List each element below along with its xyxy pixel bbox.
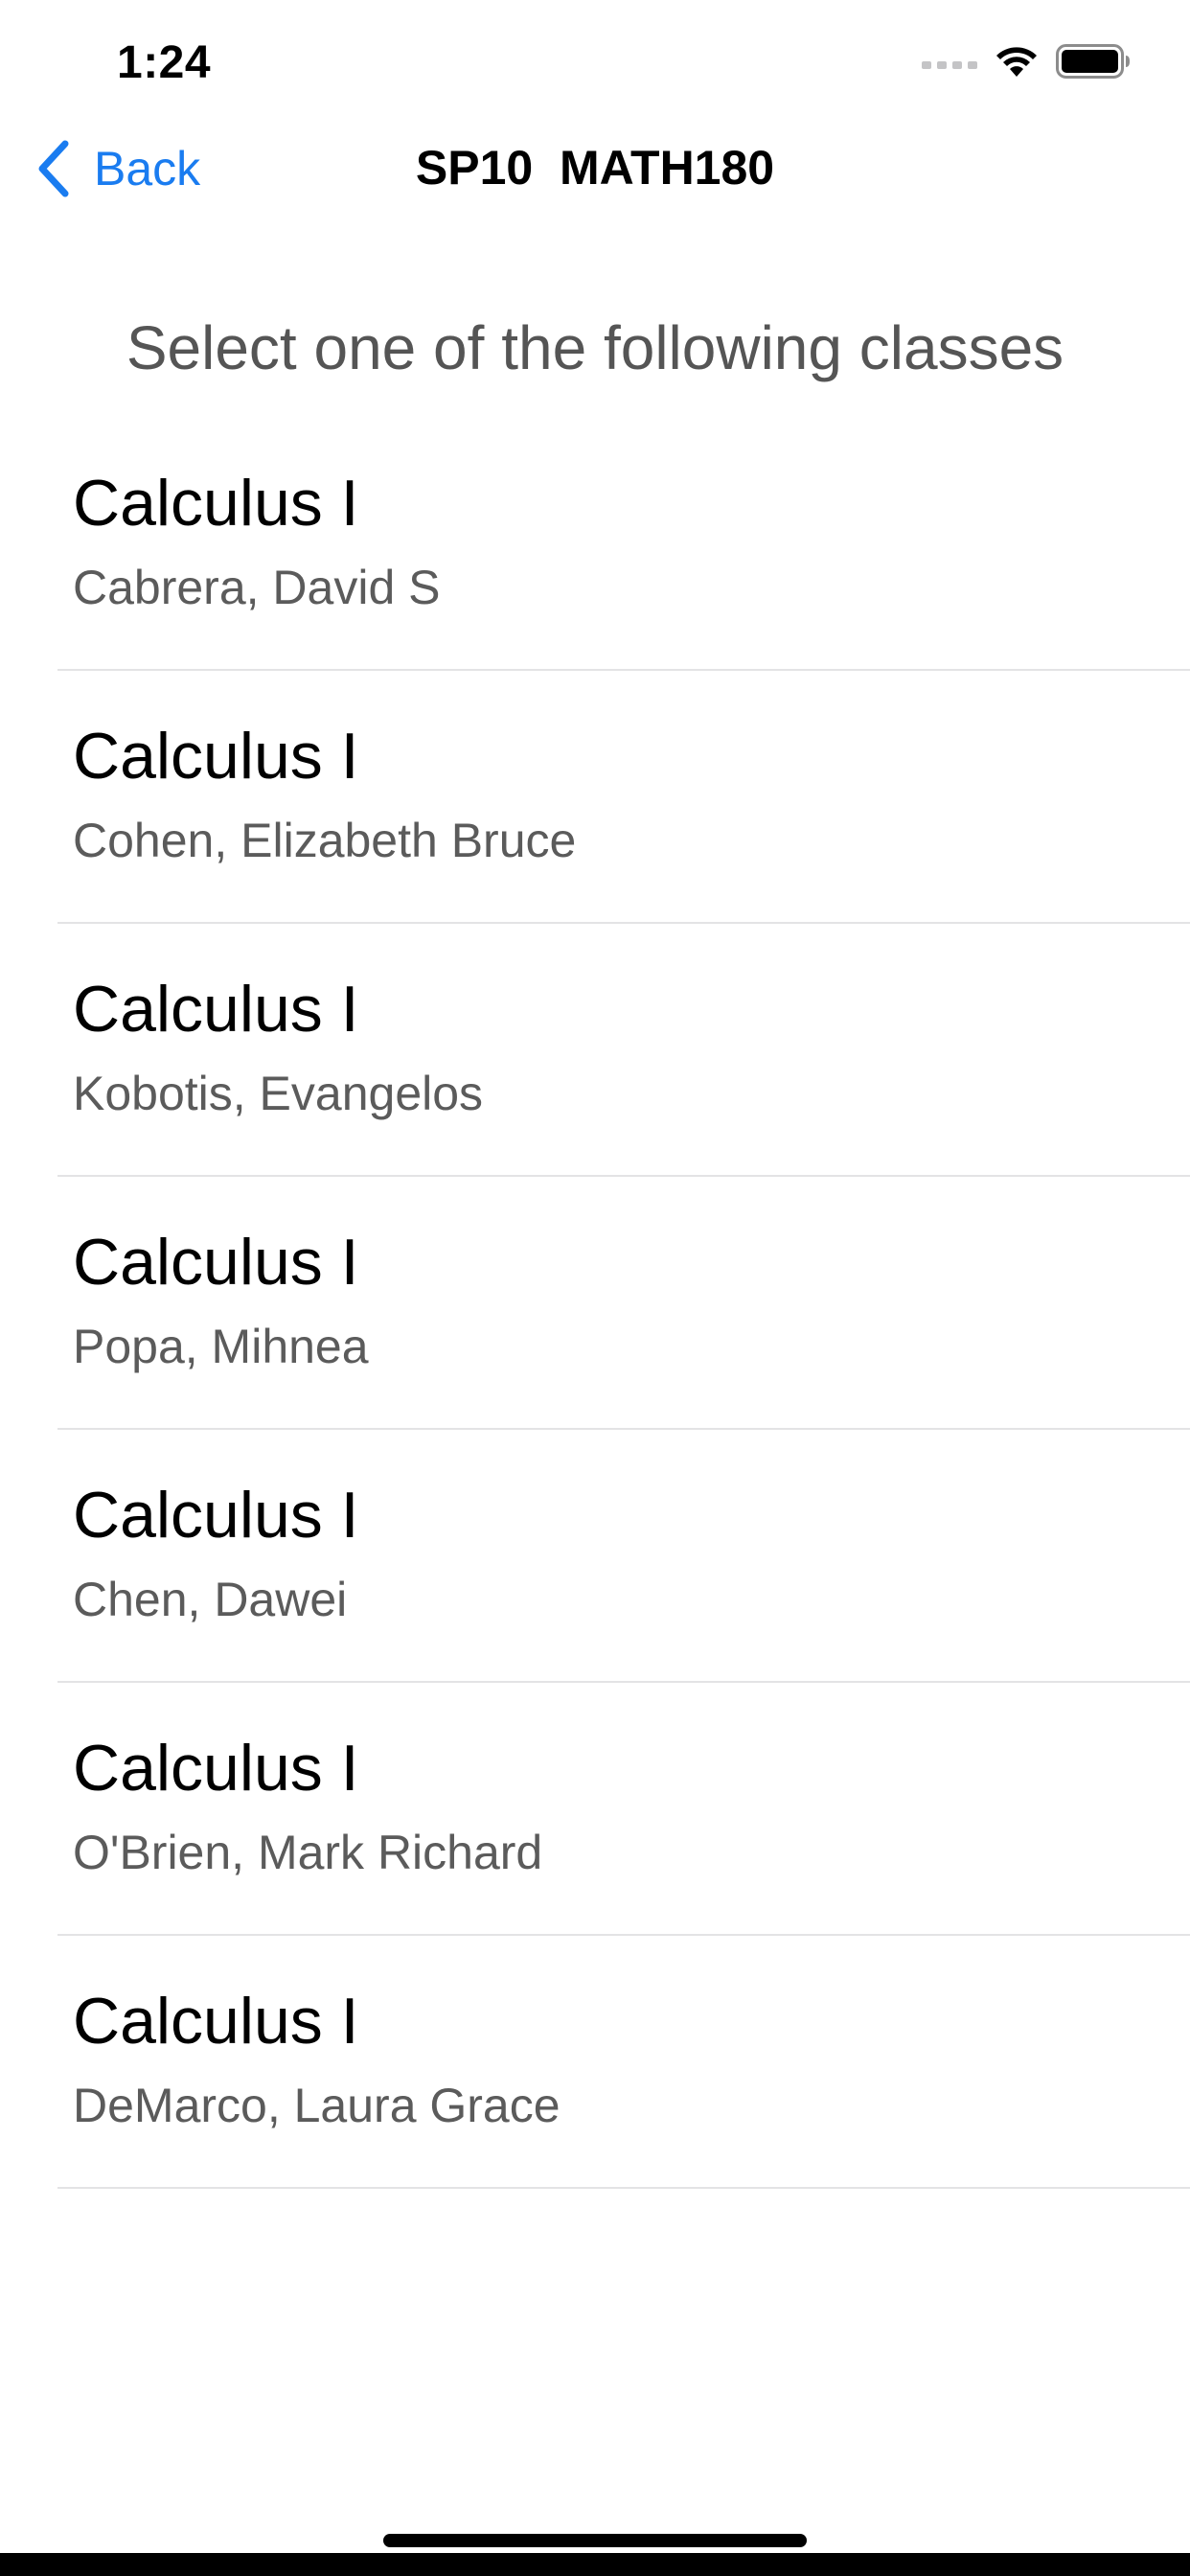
class-instructor: Cohen, Elizabeth Bruce [73, 814, 577, 867]
status-bar: 1:24 [0, 0, 1190, 125]
class-title: Calculus I [73, 1985, 359, 2058]
page-title: SP10 MATH180 [415, 141, 775, 195]
screen: 1:24 Back SP10 MATH180 Select one of the… [0, 0, 1190, 2576]
class-row[interactable]: Calculus I Cabrera, David S [0, 418, 1190, 671]
class-instructor: Kobotis, Evangelos [73, 1067, 484, 1120]
row-divider [57, 2187, 1190, 2189]
battery-icon [1056, 43, 1131, 83]
instruction-heading: Select one of the following classes [126, 313, 1064, 382]
home-indicator[interactable] [383, 2534, 807, 2547]
cellular-signal-icon [922, 54, 977, 74]
class-instructor: O'Brien, Mark Richard [73, 1826, 543, 1879]
navigation-bar: Back SP10 MATH180 [0, 125, 1190, 213]
class-title: Calculus I [73, 720, 359, 793]
class-title: Calculus I [73, 467, 359, 540]
class-instructor: Popa, Mihnea [73, 1320, 369, 1373]
bottom-edge-bar [0, 2553, 1190, 2576]
class-row[interactable]: Calculus I Chen, Dawei [0, 1430, 1190, 1683]
class-row[interactable]: Calculus I Cohen, Elizabeth Bruce [0, 671, 1190, 924]
status-icons [922, 42, 1131, 84]
class-title: Calculus I [73, 1226, 359, 1299]
class-list: Calculus I Cabrera, David S Calculus I C… [0, 418, 1190, 2189]
class-row[interactable]: Calculus I O'Brien, Mark Richard [0, 1683, 1190, 1936]
class-title: Calculus I [73, 1732, 359, 1805]
wifi-icon [995, 44, 1039, 83]
class-instructor: Chen, Dawei [73, 1573, 348, 1626]
status-time: 1:24 [117, 37, 212, 88]
class-row[interactable]: Calculus I Kobotis, Evangelos [0, 924, 1190, 1177]
class-row[interactable]: Calculus I Popa, Mihnea [0, 1177, 1190, 1430]
class-title: Calculus I [73, 1479, 359, 1552]
class-instructor: DeMarco, Laura Grace [73, 2079, 561, 2132]
class-row[interactable]: Calculus I DeMarco, Laura Grace [0, 1936, 1190, 2189]
class-title: Calculus I [73, 973, 359, 1046]
class-instructor: Cabrera, David S [73, 561, 441, 614]
